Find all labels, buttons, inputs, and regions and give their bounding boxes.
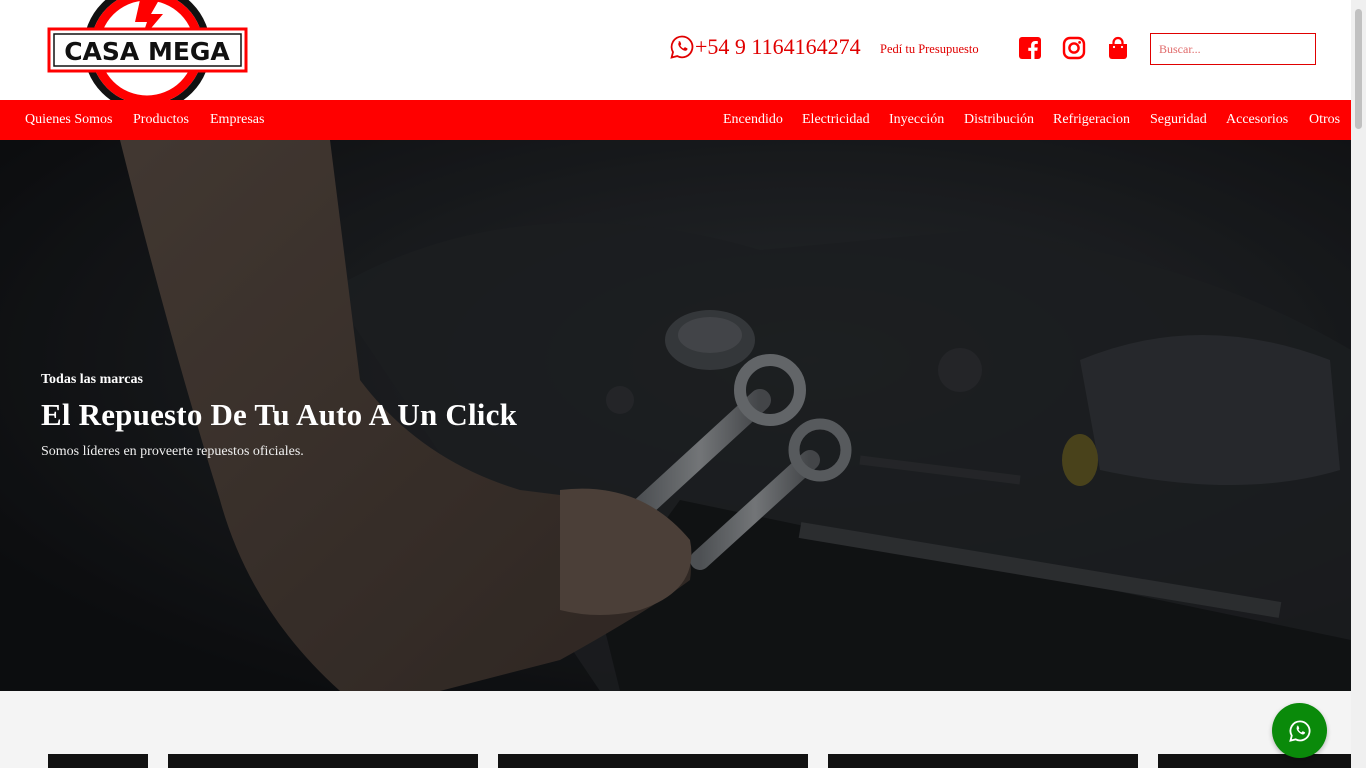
nav-inyeccion[interactable]: Inyección	[889, 112, 944, 128]
search-input[interactable]	[1150, 33, 1316, 65]
quote-link[interactable]: Pedí tu Presupuesto	[880, 42, 979, 57]
whatsapp-float-icon	[1288, 719, 1310, 742]
site-header: CASA MEGA +54 9 1164164274 Pedí tu Presu…	[0, 0, 1351, 100]
category-card[interactable]	[828, 754, 1138, 768]
category-card[interactable]	[48, 754, 148, 768]
instagram-icon[interactable]	[1062, 36, 1086, 60]
facebook-icon[interactable]	[1018, 36, 1042, 60]
category-card[interactable]	[1158, 754, 1351, 768]
main-nav: Quienes Somos Productos Empresas Encendi…	[0, 100, 1351, 140]
nav-refrigeracion[interactable]: Refrigeracion	[1053, 112, 1130, 128]
nav-empresas[interactable]: Empresas	[210, 112, 264, 128]
casa-mega-logo[interactable]: CASA MEGA	[47, 0, 248, 100]
hero-subtitle: Todas las marcas	[41, 372, 143, 387]
nav-quienes-somos[interactable]: Quienes Somos	[25, 112, 113, 128]
hero-title: El Repuesto De Tu Auto A Un Click	[41, 397, 518, 432]
nav-distribucion[interactable]: Distribución	[964, 112, 1034, 128]
page-scrollbar[interactable]	[1351, 0, 1366, 768]
phone-contact[interactable]: +54 9 1164164274	[670, 34, 861, 60]
category-card[interactable]	[498, 754, 808, 768]
shopping-bag-icon[interactable]	[1106, 36, 1130, 60]
hero-text-block: Todas las marcas El Repuesto De Tu Auto …	[41, 372, 517, 460]
nav-accesorios[interactable]: Accesorios	[1226, 112, 1288, 128]
scrollbar-thumb[interactable]	[1355, 9, 1362, 129]
category-section	[0, 691, 1351, 768]
nav-productos[interactable]: Productos	[133, 112, 189, 128]
page: CASA MEGA +54 9 1164164274 Pedí tu Presu…	[0, 0, 1351, 768]
hero-banner: Todas las marcas El Repuesto De Tu Auto …	[0, 140, 1351, 691]
nav-seguridad[interactable]: Seguridad	[1150, 112, 1207, 128]
hero-description: Somos líderes en proveerte repuestos ofi…	[41, 444, 304, 459]
logo-text: CASA MEGA	[64, 37, 230, 66]
nav-otros[interactable]: Otros	[1309, 112, 1340, 128]
category-card[interactable]	[168, 754, 478, 768]
nav-encendido[interactable]: Encendido	[723, 112, 783, 128]
phone-number: +54 9 1164164274	[695, 34, 861, 59]
whatsapp-float-button[interactable]	[1272, 703, 1327, 758]
whatsapp-icon	[670, 35, 694, 59]
nav-electricidad[interactable]: Electricidad	[802, 112, 870, 128]
